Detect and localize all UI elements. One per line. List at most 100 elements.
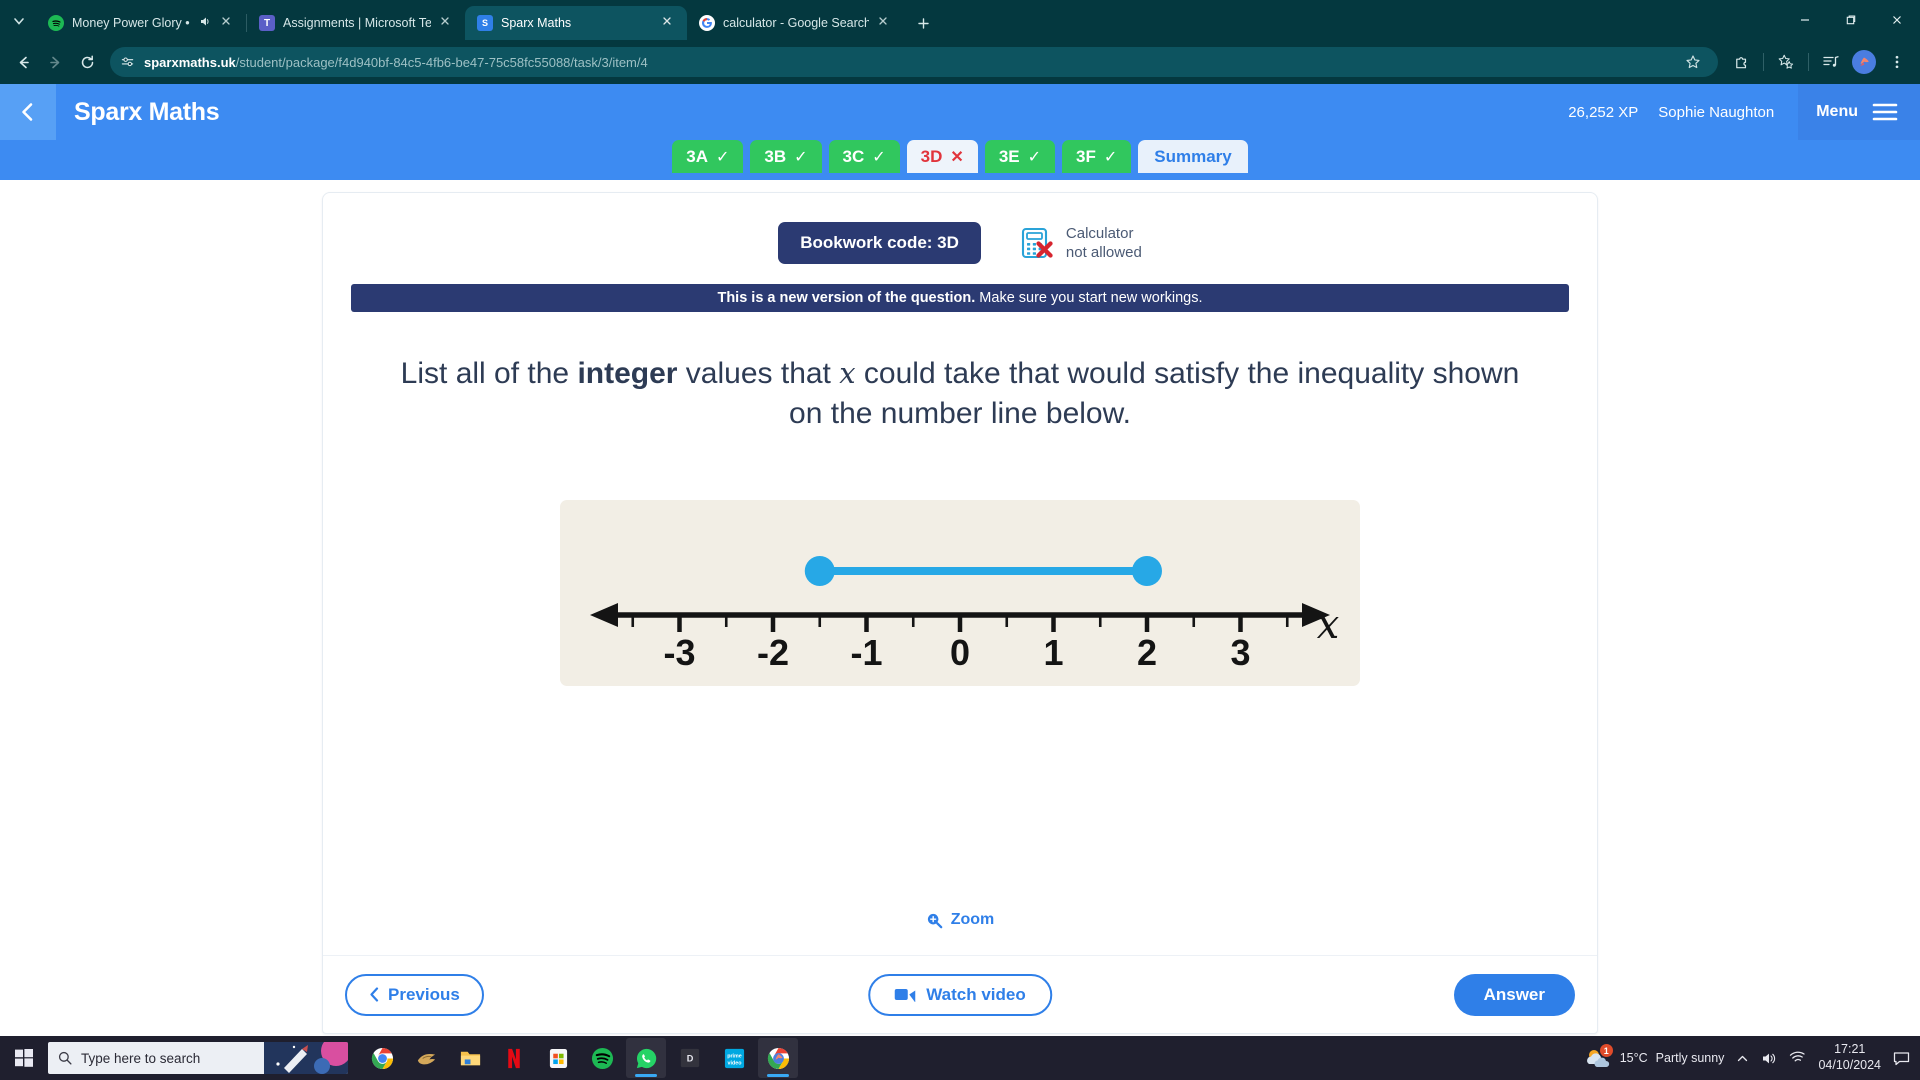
task-tab-label: 3D bbox=[920, 146, 943, 166]
search-icon bbox=[58, 1051, 72, 1065]
tab-close-icon[interactable] bbox=[877, 15, 893, 31]
zoom-control[interactable]: Zoom bbox=[323, 911, 1597, 929]
zoom-in-icon bbox=[926, 912, 943, 929]
number-line-container: -3 -2 -1 0 1 2 3 x bbox=[323, 499, 1597, 686]
taskbar-app-prime-video[interactable]: prime video bbox=[714, 1038, 754, 1078]
prime-video-icon: primevideo bbox=[724, 1048, 744, 1068]
taskbar-app-discord[interactable]: D bbox=[670, 1038, 710, 1078]
task-tab-3f[interactable]: 3F ✓ bbox=[1062, 140, 1132, 173]
windows-start-icon bbox=[15, 1049, 33, 1067]
volume-icon[interactable] bbox=[1761, 1051, 1777, 1066]
taskbar-app-whatsapp[interactable] bbox=[626, 1038, 666, 1078]
tab-close-icon[interactable] bbox=[661, 15, 677, 31]
browser-tab-teams[interactable]: T Assignments | Microsoft Teams bbox=[247, 6, 465, 40]
previous-button[interactable]: Previous bbox=[345, 973, 484, 1016]
browser-tab-sparx-maths[interactable]: S Sparx Maths bbox=[465, 6, 687, 40]
taskbar-app-spotify[interactable] bbox=[582, 1038, 622, 1078]
site-settings-icon[interactable] bbox=[120, 55, 135, 70]
taskbar-app-file-explorer[interactable] bbox=[450, 1038, 490, 1078]
extensions-icon[interactable] bbox=[1726, 47, 1756, 77]
spotify-icon bbox=[591, 1047, 613, 1069]
notification-icon[interactable] bbox=[1893, 1051, 1910, 1066]
tick-label: 1 bbox=[1043, 632, 1063, 673]
taskbar-app-firefox-dev[interactable] bbox=[406, 1038, 446, 1078]
profile-avatar[interactable] bbox=[1852, 50, 1876, 74]
weather-temperature: 15°C bbox=[1619, 1051, 1648, 1065]
task-tab-label: 3B bbox=[764, 146, 787, 166]
taskbar-search-box[interactable]: Type here to search bbox=[48, 1042, 348, 1074]
browser-tab-title: Assignments | Microsoft Teams bbox=[283, 16, 431, 30]
new-version-banner: This is a new version of the question. M… bbox=[351, 284, 1569, 312]
browser-tab-title: calculator - Google Search bbox=[723, 16, 869, 30]
check-icon: ✓ bbox=[1027, 148, 1042, 166]
previous-label: Previous bbox=[388, 984, 460, 1004]
spotify-icon bbox=[48, 15, 64, 31]
tab-close-icon[interactable] bbox=[439, 15, 455, 31]
axis-variable-label: x bbox=[1317, 602, 1340, 648]
browser-tab-title: Money Power Glory • Lana D bbox=[72, 16, 190, 30]
taskbar-app-chrome[interactable] bbox=[362, 1038, 402, 1078]
taskbar-app-microsoft-store[interactable] bbox=[538, 1038, 578, 1078]
tick-label: 3 bbox=[1230, 632, 1250, 673]
task-tab-3d[interactable]: 3D ✕ bbox=[906, 140, 978, 173]
number-line-panel[interactable]: -3 -2 -1 0 1 2 3 x bbox=[560, 499, 1360, 686]
address-bar-url: sparxmaths.uk/student/package/f4d940bf-8… bbox=[144, 55, 648, 70]
maximize-button[interactable] bbox=[1828, 0, 1874, 40]
address-bar[interactable]: sparxmaths.uk/student/package/f4d940bf-8… bbox=[110, 47, 1718, 77]
bookwork-code-badge: Bookwork code: 3D bbox=[778, 222, 981, 264]
question-footer: Previous Watch video Answer bbox=[323, 955, 1597, 1033]
browser-tab-google-search[interactable]: calculator - Google Search bbox=[687, 6, 903, 40]
watch-video-button[interactable]: Watch video bbox=[868, 973, 1052, 1016]
toolbar-separator bbox=[1763, 53, 1764, 71]
check-icon: ✓ bbox=[715, 148, 730, 166]
weather-widget[interactable]: 1 15°C Partly sunny bbox=[1584, 1044, 1724, 1070]
taskbar-app-netflix[interactable] bbox=[494, 1038, 534, 1078]
tab-search-button[interactable] bbox=[4, 6, 34, 36]
wifi-icon[interactable] bbox=[1789, 1051, 1806, 1065]
back-arrow-icon[interactable] bbox=[8, 47, 38, 77]
task-tab-3a[interactable]: 3A ✓ bbox=[672, 140, 744, 173]
question-part-2: values that bbox=[677, 357, 840, 390]
media-list-icon[interactable] bbox=[1816, 47, 1846, 77]
calculator-not-allowed-icon bbox=[1019, 225, 1055, 261]
video-camera-icon bbox=[894, 987, 916, 1002]
collections-icon[interactable] bbox=[1771, 47, 1801, 77]
taskbar-clock[interactable]: 17:21 04/10/2024 bbox=[1818, 1042, 1881, 1073]
file-explorer-icon bbox=[460, 1051, 480, 1065]
url-path: /student/package/f4d940bf-84c5-4fb6-be47… bbox=[235, 54, 648, 70]
windows-taskbar: Type here to search D prime video 1 15°C… bbox=[0, 1036, 1920, 1080]
tick-label: -3 bbox=[663, 632, 695, 673]
task-tabs-strip: 3A ✓ 3B ✓ 3C ✓ 3D ✕ 3E ✓ 3F ✓ Summary bbox=[0, 140, 1920, 180]
reload-icon[interactable] bbox=[72, 47, 102, 77]
netflix-icon bbox=[508, 1048, 520, 1068]
browser-tab-spotify[interactable]: Money Power Glory • Lana D bbox=[36, 6, 246, 40]
more-menu-icon[interactable] bbox=[1882, 47, 1912, 77]
new-tab-button[interactable] bbox=[909, 9, 937, 37]
minimize-button[interactable] bbox=[1782, 0, 1828, 40]
taskbar-app-chrome-active[interactable] bbox=[758, 1038, 798, 1078]
system-tray: 1 15°C Partly sunny 17:21 04/10/2024 bbox=[1584, 1042, 1920, 1073]
start-button[interactable] bbox=[0, 1049, 48, 1067]
task-tab-3e[interactable]: 3E ✓ bbox=[984, 140, 1056, 173]
task-tab-3b[interactable]: 3B ✓ bbox=[750, 140, 822, 173]
browser-tabstrip: Money Power Glory • Lana D T Assignments… bbox=[0, 0, 1920, 40]
forward-arrow-icon[interactable] bbox=[40, 47, 70, 77]
weather-icon: 1 bbox=[1584, 1044, 1613, 1070]
close-button[interactable] bbox=[1874, 0, 1920, 40]
chevron-up-icon[interactable] bbox=[1736, 1052, 1749, 1065]
chevron-down-icon bbox=[14, 18, 24, 25]
app-back-button[interactable] bbox=[0, 84, 56, 140]
svg-text:D: D bbox=[687, 1054, 694, 1064]
task-tab-3c[interactable]: 3C ✓ bbox=[828, 140, 900, 173]
chevron-left-icon bbox=[22, 103, 33, 121]
tab-audio-icon[interactable] bbox=[198, 15, 212, 31]
app-header-right: 26,252 XP Sophie Naughton Menu bbox=[1568, 84, 1920, 140]
bookmark-star-icon[interactable] bbox=[1678, 47, 1708, 77]
taskbar-search-illustration bbox=[264, 1042, 348, 1074]
answer-button[interactable]: Answer bbox=[1453, 973, 1575, 1016]
window-controls bbox=[1782, 0, 1920, 40]
task-tab-summary[interactable]: Summary bbox=[1138, 140, 1248, 173]
app-menu-button[interactable]: Menu bbox=[1798, 84, 1920, 140]
tab-close-icon[interactable] bbox=[220, 15, 236, 31]
taskbar-app-list: D prime video bbox=[362, 1038, 798, 1078]
